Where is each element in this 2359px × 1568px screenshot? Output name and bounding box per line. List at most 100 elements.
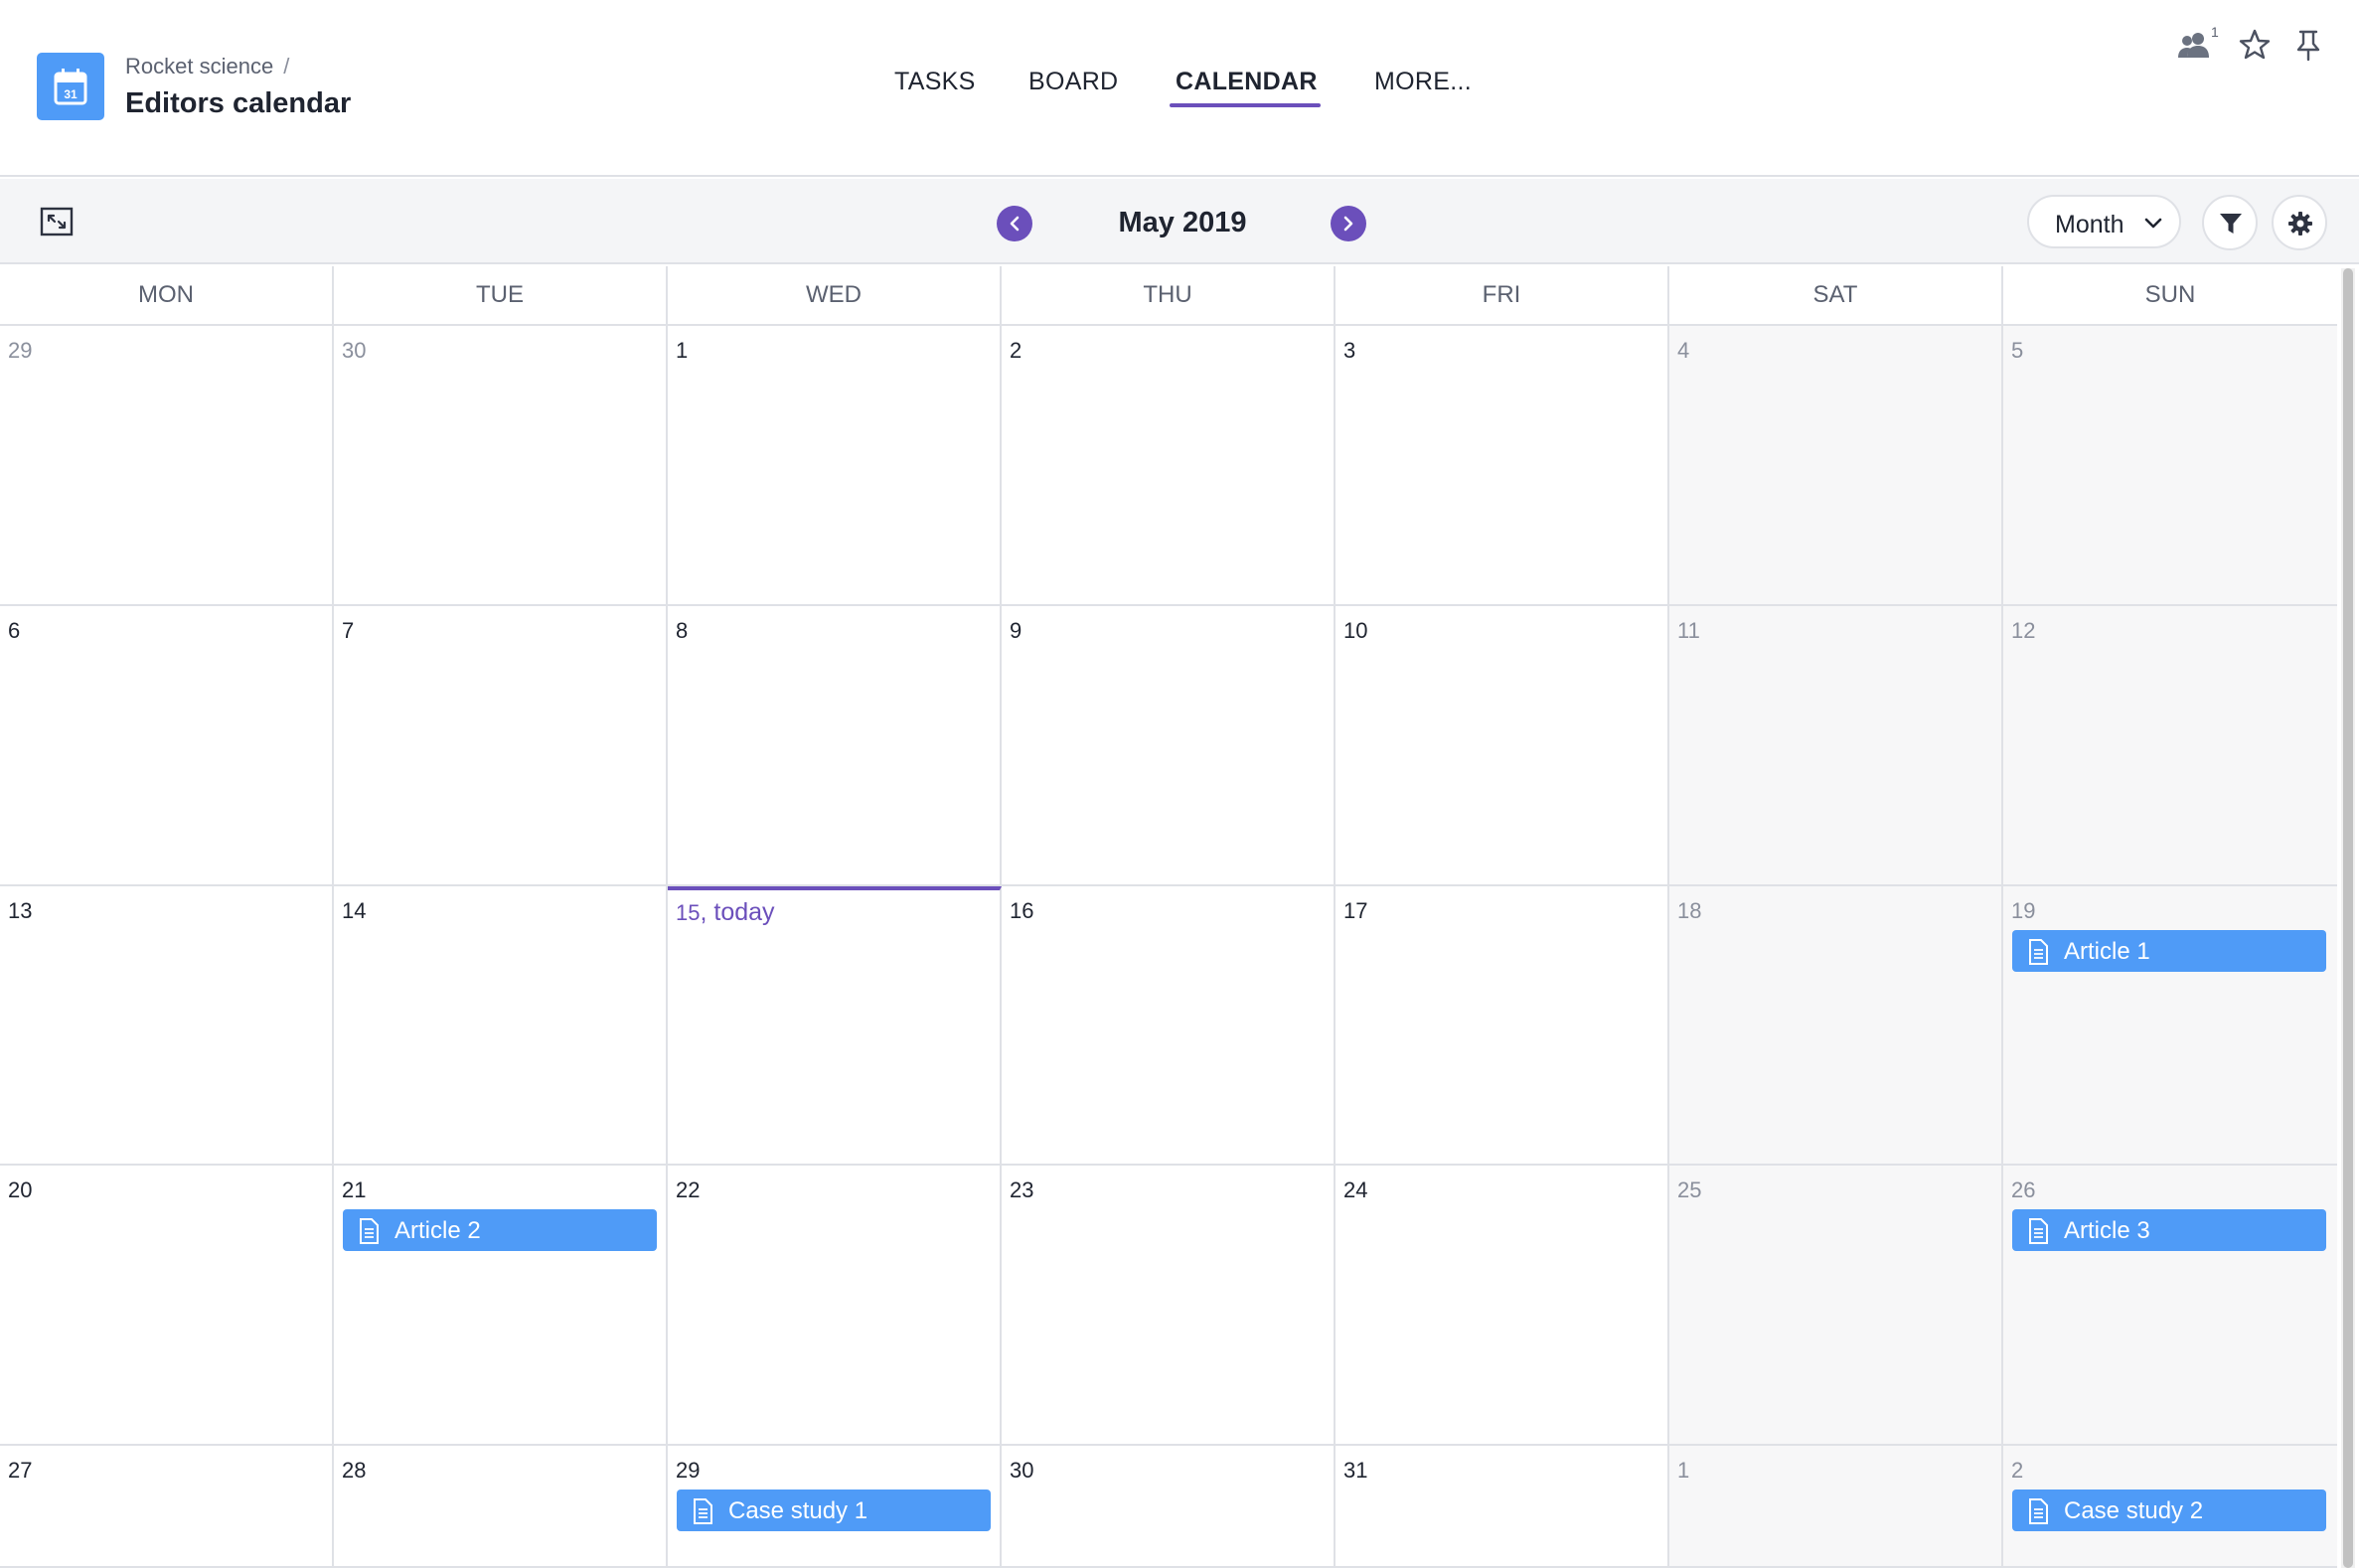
calendar-day[interactable]: 29 Case study 1 xyxy=(668,1446,1002,1568)
day-number: 2 xyxy=(2011,1458,2024,1483)
filter-icon xyxy=(2220,214,2242,234)
calendar-day[interactable]: 11 xyxy=(1669,606,2003,886)
day-number: 30 xyxy=(342,338,367,363)
day-number: 4 xyxy=(1677,338,1690,363)
calendar-day[interactable]: 18 xyxy=(1669,886,2003,1166)
calendar-day[interactable]: 21 Article 2 xyxy=(334,1166,668,1446)
day-number: 7 xyxy=(342,618,355,643)
current-month-label: May 2019 xyxy=(1118,207,1247,238)
day-number: 22 xyxy=(676,1177,701,1202)
calendar-day[interactable]: 12 xyxy=(2003,606,2337,886)
calendar-day[interactable]: 3 xyxy=(1336,326,1669,606)
event-title: Article 2 xyxy=(394,1217,481,1244)
day-number: 25 xyxy=(1677,1177,1702,1202)
previous-month-button[interactable] xyxy=(997,206,1032,241)
day-number: 29 xyxy=(8,338,33,363)
view-tabs: TASKS BOARD CALENDAR MORE... xyxy=(0,0,2359,177)
tab-more[interactable]: MORE... xyxy=(1374,68,1472,96)
view-mode-select[interactable]: Month xyxy=(2027,195,2181,248)
filter-button[interactable] xyxy=(2202,195,2258,250)
day-number: 6 xyxy=(8,618,21,643)
calendar-day[interactable]: 1 xyxy=(668,326,1002,606)
weekday-header-fri: FRI xyxy=(1336,266,1669,326)
view-mode-value: Month xyxy=(2055,211,2124,238)
page-header: 31 Rocket science / Editors calendar TASK… xyxy=(0,0,2359,177)
fullscreen-button[interactable] xyxy=(40,207,76,236)
document-icon xyxy=(360,1218,379,1244)
calendar-day[interactable]: 30 xyxy=(334,326,668,606)
day-number: 14 xyxy=(342,898,367,923)
breadcrumb-project-link[interactable]: Rocket science xyxy=(125,54,273,78)
calendar-day[interactable]: 6 xyxy=(0,606,334,886)
page-title: Editors calendar xyxy=(125,87,352,119)
calendar-day[interactable]: 13 xyxy=(0,886,334,1166)
calendar-day[interactable]: 28 xyxy=(334,1446,668,1568)
calendar-event[interactable]: Article 2 xyxy=(343,1209,657,1251)
calendar-day[interactable]: 17 xyxy=(1336,886,1669,1166)
day-number: 27 xyxy=(8,1458,33,1483)
calendar-day[interactable]: 29 xyxy=(0,326,334,606)
day-number: 9 xyxy=(1010,618,1022,643)
active-tab-indicator xyxy=(1170,103,1321,107)
weekday-header-thu: THU xyxy=(1002,266,1336,326)
day-number: 12 xyxy=(2011,618,2036,643)
calendar-day[interactable]: 2 Case study 2 xyxy=(2003,1446,2337,1568)
document-icon xyxy=(2029,939,2048,965)
calendar-event[interactable]: Article 3 xyxy=(2012,1209,2326,1251)
calendar-event[interactable]: Case study 2 xyxy=(2012,1490,2326,1531)
calendar-day[interactable]: 24 xyxy=(1336,1166,1669,1446)
calendar-day[interactable]: 22 xyxy=(668,1166,1002,1446)
calendar-day[interactable]: 19 Article 1 xyxy=(2003,886,2337,1166)
calendar-day[interactable]: 30 xyxy=(1002,1446,1336,1568)
weekday-header-wed: WED xyxy=(668,266,1002,326)
calendar-day[interactable]: 31 xyxy=(1336,1446,1669,1568)
calendar-icon-day: 31 xyxy=(64,87,78,101)
settings-button[interactable] xyxy=(2272,195,2327,250)
calendar-day[interactable]: 10 xyxy=(1336,606,1669,886)
calendar-day[interactable]: 26 Article 3 xyxy=(2003,1166,2337,1446)
pin-button[interactable] xyxy=(2291,28,2325,62)
scrollbar-thumb[interactable] xyxy=(2343,268,2353,1568)
day-number: 5 xyxy=(2011,338,2024,363)
calendar-day[interactable]: 4 xyxy=(1669,326,2003,606)
calendar-app-icon[interactable]: 31 xyxy=(37,53,104,120)
calendar-day[interactable]: 1 xyxy=(1669,1446,2003,1568)
event-title: Article 1 xyxy=(2064,938,2150,965)
members-button[interactable] xyxy=(2176,30,2212,62)
day-number: 3 xyxy=(1343,338,1356,363)
today-label: , today xyxy=(700,898,775,926)
calendar-day-today[interactable]: 15, today xyxy=(668,886,1002,1166)
day-number: 15, today xyxy=(676,898,775,927)
breadcrumb: Rocket science / xyxy=(125,54,289,79)
calendar-day[interactable]: 7 xyxy=(334,606,668,886)
favorite-button[interactable] xyxy=(2238,28,2272,62)
tab-tasks[interactable]: TASKS xyxy=(894,68,976,96)
calendar-day[interactable]: 20 xyxy=(0,1166,334,1446)
calendar-day[interactable]: 25 xyxy=(1669,1166,2003,1446)
tab-calendar[interactable]: CALENDAR xyxy=(1176,68,1318,96)
calendar-day[interactable]: 8 xyxy=(668,606,1002,886)
calendar-event[interactable]: Article 1 xyxy=(2012,930,2326,972)
calendar-day[interactable]: 9 xyxy=(1002,606,1336,886)
next-month-button[interactable] xyxy=(1331,206,1366,241)
weekday-header-sat: SAT xyxy=(1669,266,2003,326)
day-number: 11 xyxy=(1677,618,1700,643)
members-count-badge: 1 xyxy=(2211,24,2219,40)
day-number: 21 xyxy=(342,1177,367,1202)
calendar-day[interactable]: 27 xyxy=(0,1446,334,1568)
gear-icon xyxy=(2288,212,2312,235)
calendar-scrollbar[interactable] xyxy=(2341,268,2355,1568)
calendar-day[interactable]: 23 xyxy=(1002,1166,1336,1446)
calendar-day[interactable]: 14 xyxy=(334,886,668,1166)
calendar-day[interactable]: 5 xyxy=(2003,326,2337,606)
calendar-day[interactable]: 2 xyxy=(1002,326,1336,606)
day-number: 17 xyxy=(1343,898,1368,923)
day-number: 18 xyxy=(1677,898,1702,923)
day-number: 28 xyxy=(342,1458,367,1483)
tab-board[interactable]: BOARD xyxy=(1028,68,1118,96)
chevron-left-icon xyxy=(1010,216,1020,232)
day-number: 1 xyxy=(1677,1458,1690,1483)
chevron-right-icon xyxy=(1343,216,1353,232)
calendar-event[interactable]: Case study 1 xyxy=(677,1490,991,1531)
calendar-day[interactable]: 16 xyxy=(1002,886,1336,1166)
